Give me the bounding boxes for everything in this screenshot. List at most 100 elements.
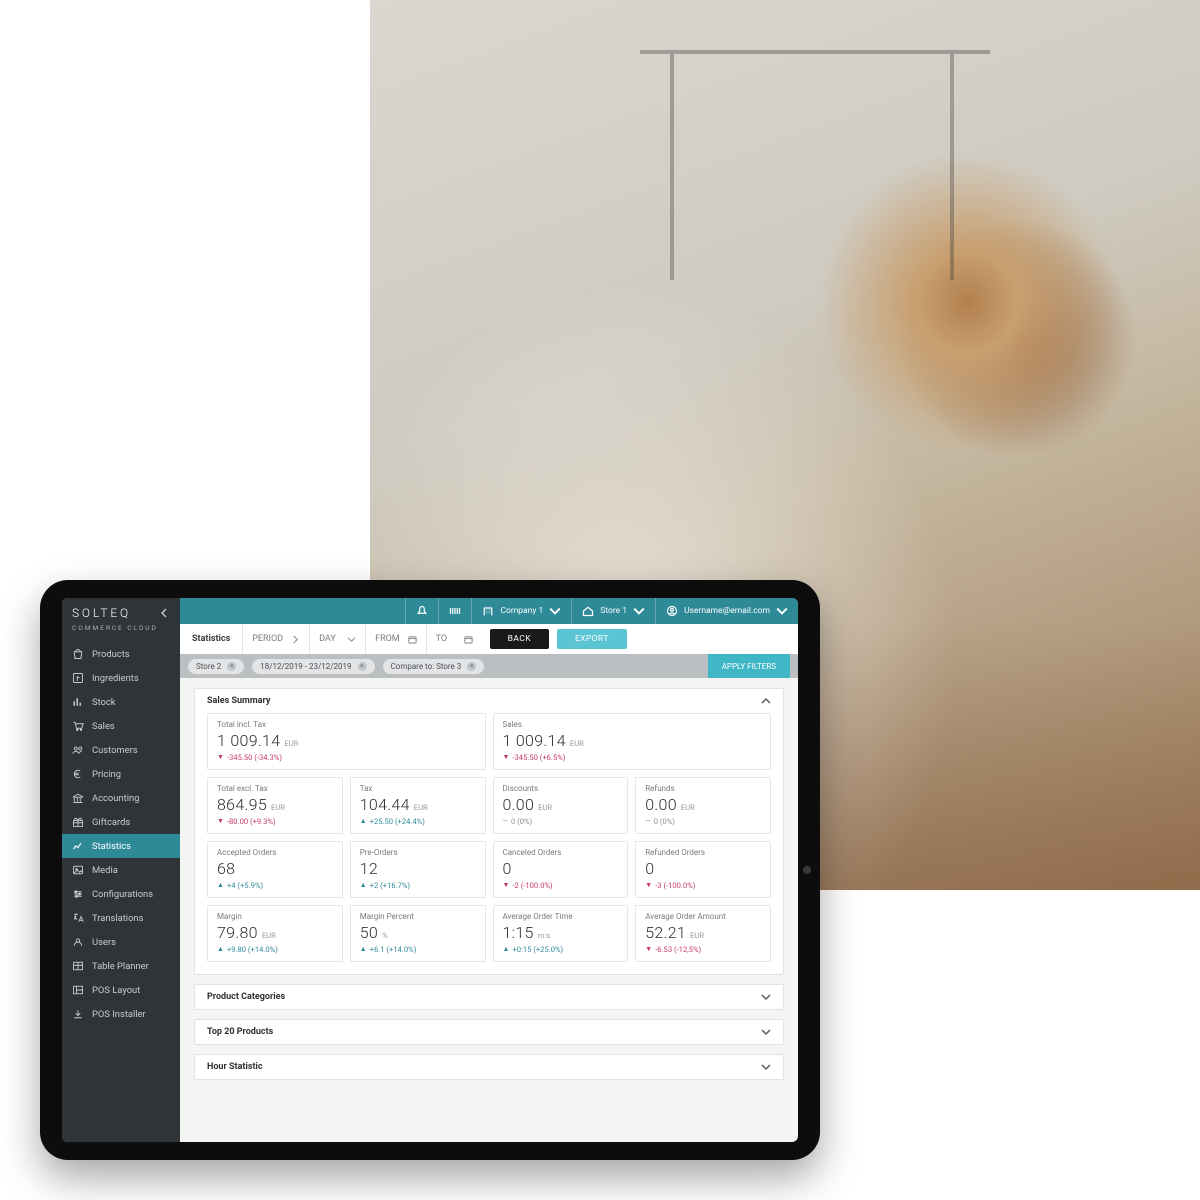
sidebar-item-ingredients[interactable]: Ingredients bbox=[62, 666, 180, 690]
page-title: Statistics bbox=[180, 634, 242, 644]
chevron-down-icon bbox=[633, 605, 645, 617]
barcode-icon bbox=[449, 605, 461, 617]
to-date[interactable]: TO bbox=[426, 624, 482, 654]
panel-product-categories-header[interactable]: Product Categories bbox=[195, 985, 783, 1009]
filter-chip[interactable]: Compare to: Store 3× bbox=[383, 659, 485, 674]
metric-delta: ▼-2 (-100.0%) bbox=[503, 881, 619, 890]
trend-flat-icon: — bbox=[503, 818, 508, 825]
filterbar: Statistics PERIOD DAY FROM TO BACK bbox=[180, 624, 798, 654]
sidebar-item-sales[interactable]: Sales bbox=[62, 714, 180, 738]
notifications-button[interactable] bbox=[405, 598, 438, 624]
from-date[interactable]: FROM bbox=[365, 624, 426, 654]
metrics-grid: Total incl. Tax1 009.14EUR▼-345.50 (-34.… bbox=[195, 713, 783, 974]
gift-icon bbox=[72, 816, 84, 828]
trend-down-icon: ▼ bbox=[503, 882, 510, 889]
sidebar-item-pos-layout[interactable]: POS Layout bbox=[62, 978, 180, 1002]
panel-top20: Top 20 Products bbox=[194, 1019, 784, 1045]
download-icon bbox=[72, 1008, 84, 1020]
sidebar-item-stock[interactable]: Stock bbox=[62, 690, 180, 714]
sidebar-item-media[interactable]: Media bbox=[62, 858, 180, 882]
tablet-frame: SOLTEQ COMMERCE CLOUD ProductsIngredient… bbox=[40, 580, 820, 1160]
chevron-down-icon bbox=[776, 605, 788, 617]
metric-label: Sales bbox=[503, 720, 762, 729]
apply-filters-button[interactable]: APPLY FILTERS bbox=[708, 654, 790, 678]
metric-card: Margin79.80EUR▲+9.80 (+14.0%) bbox=[207, 905, 343, 962]
company-selector[interactable]: Company 1 bbox=[471, 598, 571, 624]
collapse-sidebar-icon[interactable] bbox=[160, 608, 170, 618]
chevron-down-icon bbox=[347, 635, 356, 644]
metric-delta: ▲+2 (+16.7%) bbox=[360, 881, 476, 890]
trend-up-icon: ▲ bbox=[360, 946, 367, 953]
trend-down-icon: ▼ bbox=[645, 882, 652, 889]
metric-unit: EUR bbox=[538, 803, 552, 812]
sidebar-item-accounting[interactable]: Accounting bbox=[62, 786, 180, 810]
trend-up-icon: ▲ bbox=[360, 818, 367, 825]
user-menu[interactable]: Username@email.com bbox=[655, 598, 798, 624]
table-icon bbox=[72, 960, 84, 972]
filter-chip[interactable]: Store 2× bbox=[188, 659, 244, 674]
metric-value: 864.95 bbox=[217, 795, 267, 814]
export-button[interactable]: EXPORT bbox=[557, 629, 627, 649]
metric-value: 0 bbox=[503, 859, 512, 878]
metric-label: Margin Percent bbox=[360, 912, 476, 921]
sidebar-item-table-planner[interactable]: Table Planner bbox=[62, 954, 180, 978]
scan-button[interactable] bbox=[438, 598, 471, 624]
metric-label: Refunds bbox=[645, 784, 761, 793]
sidebar-item-customers[interactable]: Customers bbox=[62, 738, 180, 762]
metric-label: Tax bbox=[360, 784, 476, 793]
metric-value: 1 009.14 bbox=[217, 731, 280, 750]
chip-remove-icon[interactable]: × bbox=[467, 662, 476, 671]
sidebar-item-statistics[interactable]: Statistics bbox=[62, 834, 180, 858]
user-label: Username@email.com bbox=[684, 606, 770, 616]
sidebar-item-label: Configurations bbox=[92, 889, 153, 900]
sidebar-item-pricing[interactable]: Pricing bbox=[62, 762, 180, 786]
sidebar-item-pos-installer[interactable]: POS Installer bbox=[62, 1002, 180, 1026]
metric-label: Margin bbox=[217, 912, 333, 921]
chevron-right-icon bbox=[291, 635, 300, 644]
metric-delta: ▼-80.00 (+9.3%) bbox=[217, 817, 333, 826]
sidebar-item-label: Sales bbox=[92, 721, 115, 732]
metric-label: Refunded Orders bbox=[645, 848, 761, 857]
panel-hour-header[interactable]: Hour Statistic bbox=[195, 1055, 783, 1079]
sidebar-item-users[interactable]: Users bbox=[62, 930, 180, 954]
panel-top20-header[interactable]: Top 20 Products bbox=[195, 1020, 783, 1044]
bag-icon bbox=[72, 648, 84, 660]
ingredients-icon bbox=[72, 672, 84, 684]
chip-label: 18/12/2019 - 23/12/2019 bbox=[260, 662, 351, 671]
building-icon bbox=[482, 605, 494, 617]
sidebar-item-products[interactable]: Products bbox=[62, 642, 180, 666]
period-selector[interactable]: PERIOD bbox=[242, 624, 309, 654]
metric-unit: EUR bbox=[271, 803, 285, 812]
chip-remove-icon[interactable]: × bbox=[227, 662, 236, 671]
metric-card: Refunds0.00EUR—0 (0%) bbox=[635, 777, 771, 834]
metric-card: Accepted Orders68▲+4 (+5.9%) bbox=[207, 841, 343, 898]
store-selector[interactable]: Store 1 bbox=[571, 598, 655, 624]
trend-down-icon: ▼ bbox=[503, 754, 510, 761]
panel-sales-summary-header[interactable]: Sales Summary bbox=[195, 689, 783, 713]
sidebar-item-translations[interactable]: Translations bbox=[62, 906, 180, 930]
bell-icon bbox=[416, 605, 428, 617]
metric-label: Accepted Orders bbox=[217, 848, 333, 857]
brand-title: SOLTEQ bbox=[72, 606, 131, 620]
metric-label: Total incl. Tax bbox=[217, 720, 476, 729]
metric-value: 0 bbox=[645, 859, 654, 878]
day-selector[interactable]: DAY bbox=[309, 624, 365, 654]
trend-up-icon: ▲ bbox=[217, 882, 224, 889]
sidebar-item-giftcards[interactable]: Giftcards bbox=[62, 810, 180, 834]
filter-chip[interactable]: 18/12/2019 - 23/12/2019 × bbox=[252, 659, 374, 674]
metric-card: Pre-Orders12▲+2 (+16.7%) bbox=[350, 841, 486, 898]
metric-unit: m:s bbox=[538, 931, 550, 940]
chevron-down-icon bbox=[761, 1027, 771, 1037]
metric-card: Refunded Orders0▼-3 (-100.0%) bbox=[635, 841, 771, 898]
chipbar: Store 2×18/12/2019 - 23/12/2019×Compare … bbox=[180, 654, 798, 678]
sidebar-item-configurations[interactable]: Configurations bbox=[62, 882, 180, 906]
back-button[interactable]: BACK bbox=[490, 629, 549, 649]
tablet-camera bbox=[803, 866, 811, 874]
sidebar-item-label: Products bbox=[92, 649, 130, 660]
metric-label: Pre-Orders bbox=[360, 848, 476, 857]
trend-up-icon: ▲ bbox=[360, 882, 367, 889]
chip-remove-icon[interactable]: × bbox=[358, 662, 367, 671]
metric-delta: ▲+25.50 (+24.4%) bbox=[360, 817, 476, 826]
chart-line-icon bbox=[72, 840, 84, 852]
bars-icon bbox=[72, 696, 84, 708]
